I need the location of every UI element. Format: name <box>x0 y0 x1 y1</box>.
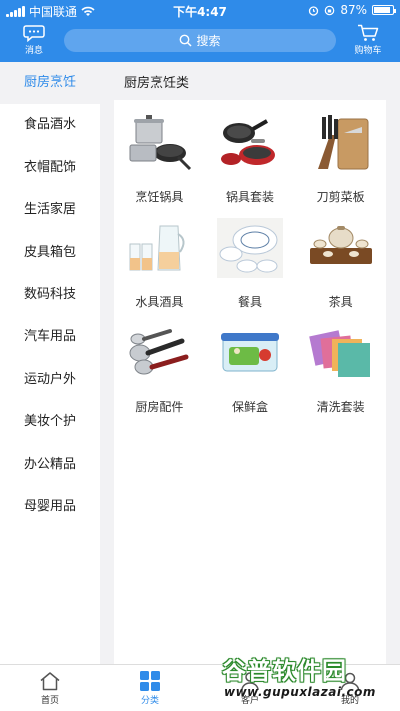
grid-icon <box>140 671 160 691</box>
message-label: 消息 <box>24 46 43 56</box>
cookware-set-image <box>126 110 192 176</box>
cart-icon <box>358 24 379 41</box>
food-container-image <box>217 320 283 386</box>
watermark: 谷普软件园 www.gupuxlazai.com <box>216 651 400 711</box>
status-right: 87% <box>308 3 396 17</box>
product-label: 锅具套装 <box>225 190 274 204</box>
tab-category[interactable]: 分类 <box>100 665 200 711</box>
pan-set-image <box>217 110 283 176</box>
message-button[interactable]: 消息 <box>14 24 54 56</box>
cart-label: 购物车 <box>354 46 382 56</box>
product-item[interactable]: 锅具套装 <box>205 110 296 205</box>
tea-set-image <box>308 215 374 281</box>
sidebar-item-office[interactable]: 办公精品 <box>0 444 100 486</box>
cart-button[interactable]: 购物车 <box>348 24 388 56</box>
sidebar-item-apparel[interactable]: 衣帽配饰 <box>0 147 100 189</box>
product-panel: 烹饪锅具 锅具套装 刀剪菜板 水具酒具 餐具 茶具 厨房配件 保鲜盒 清洗套装 <box>114 100 386 664</box>
product-item[interactable]: 烹饪锅具 <box>114 110 205 205</box>
product-label: 烹饪锅具 <box>135 190 184 204</box>
product-label: 清洗套装 <box>316 400 365 414</box>
watermark-title: 谷普软件园 <box>222 657 347 685</box>
tableware-image <box>216 215 283 281</box>
tab-category-label: 分类 <box>140 696 159 706</box>
sidebar-item-food-drinks[interactable]: 食品酒水 <box>0 104 100 146</box>
sidebar-item-auto[interactable]: 汽车用品 <box>0 316 100 358</box>
search-icon <box>180 34 193 47</box>
product-item[interactable]: 保鲜盒 <box>205 320 296 415</box>
battery-percent: 87% <box>340 3 367 17</box>
header-bar: 中国联通 下午4:47 87% 消息 搜索 购物车 <box>0 0 400 62</box>
orientation-lock-icon <box>325 5 335 15</box>
product-grid: 烹饪锅具 锅具套装 刀剪菜板 水具酒具 餐具 茶具 厨房配件 保鲜盒 清洗套装 <box>114 100 386 415</box>
glassware-image <box>126 215 192 281</box>
product-label: 保鲜盒 <box>231 400 268 414</box>
status-bar: 中国联通 下午4:47 87% <box>0 0 400 20</box>
watermark-url: www.gupuxlazai.com <box>224 685 376 699</box>
product-item[interactable]: 厨房配件 <box>114 320 205 415</box>
product-label: 餐具 <box>237 295 262 309</box>
tab-home-label: 首页 <box>40 696 59 706</box>
sidebar-item-leather-bags[interactable]: 皮具箱包 <box>0 232 100 274</box>
product-label: 茶具 <box>328 295 353 309</box>
search-placeholder: 搜索 <box>196 34 221 48</box>
chat-bubble-icon <box>23 25 45 42</box>
sidebar-item-digital[interactable]: 数码科技 <box>0 274 100 316</box>
tab-home[interactable]: 首页 <box>0 665 100 711</box>
home-icon <box>40 672 60 691</box>
sidebar-item-home[interactable]: 生活家居 <box>0 189 100 231</box>
product-label: 厨房配件 <box>135 400 184 414</box>
knife-board-image <box>308 110 374 176</box>
product-label: 水具酒具 <box>135 295 184 309</box>
sidebar-item-outdoor[interactable]: 运动户外 <box>0 359 100 401</box>
product-item[interactable]: 餐具 <box>205 215 296 310</box>
battery-icon <box>372 5 396 15</box>
product-item[interactable]: 水具酒具 <box>114 215 205 310</box>
product-item[interactable]: 茶具 <box>295 215 386 310</box>
kitchen-tools-image <box>126 320 192 386</box>
sidebar-item-kitchen[interactable]: 厨房烹饪 <box>0 62 100 105</box>
sidebar-item-beauty[interactable]: 美妆个护 <box>0 401 100 443</box>
search-bar[interactable]: 搜索 <box>64 29 336 52</box>
category-sidebar: 厨房烹饪 食品酒水 衣帽配饰 生活家居 皮具箱包 数码科技 汽车用品 运动户外 … <box>0 62 100 664</box>
product-label: 刀剪菜板 <box>316 190 365 204</box>
section-title: 厨房烹饪类 <box>124 76 190 91</box>
product-item[interactable]: 刀剪菜板 <box>295 110 386 205</box>
product-item[interactable]: 清洗套装 <box>295 320 386 415</box>
sidebar-item-baby[interactable]: 母婴用品 <box>0 486 100 528</box>
app-screen: 中国联通 下午4:47 87% 消息 搜索 购物车 厨房烹饪 食品酒水 衣帽配饰… <box>0 0 400 711</box>
cleaning-cloth-image <box>308 320 374 386</box>
alarm-icon <box>309 5 319 16</box>
